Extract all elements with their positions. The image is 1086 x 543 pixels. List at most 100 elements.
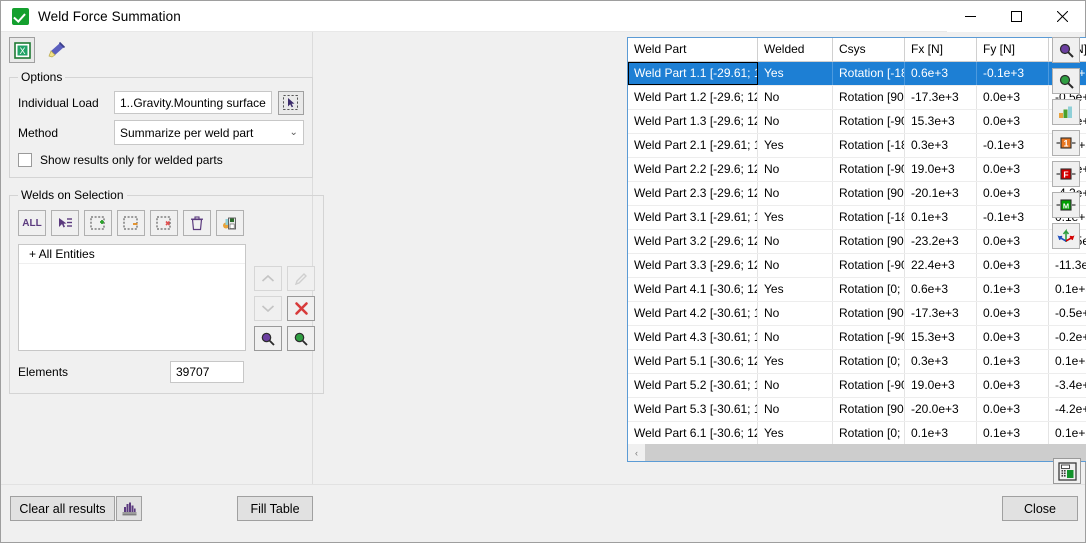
entity-listbox[interactable]: + All Entities bbox=[18, 244, 246, 351]
cell-fy: 0.0e+3 bbox=[977, 158, 1049, 181]
results-table-pane: Weld PartWeldedCsysFx [N]Fy [N]Fz [N]Mx … bbox=[313, 32, 1085, 484]
histogram-icon[interactable] bbox=[116, 496, 142, 521]
cell-fx: -20.0e+3 bbox=[905, 398, 977, 421]
panel-toolbar: X bbox=[1, 32, 312, 66]
excel-export-icon[interactable]: X bbox=[9, 37, 35, 63]
table-row[interactable]: Weld Part 4.3 [-30.61; 1NoRotation [-901… bbox=[628, 326, 1086, 350]
cell-csys: Rotation [90; bbox=[833, 398, 905, 421]
column-header-welded[interactable]: Welded bbox=[758, 38, 833, 61]
select-all-label: ALL bbox=[22, 218, 41, 229]
close-window-button[interactable] bbox=[1039, 1, 1085, 32]
cell-csys: Rotation [90; bbox=[833, 302, 905, 325]
clear-all-results-button[interactable]: Clear all results bbox=[10, 496, 115, 521]
cell-fx: 0.3e+3 bbox=[905, 134, 977, 157]
cell-fx: 0.6e+3 bbox=[905, 62, 977, 85]
show-force-icon[interactable]: F bbox=[1052, 161, 1080, 187]
edit-pencil-button[interactable] bbox=[287, 266, 315, 291]
cell-weld_part: Weld Part 2.1 [-29.61; 1 bbox=[628, 134, 758, 157]
remove-selection-button[interactable] bbox=[117, 210, 145, 236]
weld-force-summation-window: Weld Force Summation X bbox=[0, 0, 1086, 543]
cell-weld_part: Weld Part 5.1 [-30.6; 12 bbox=[628, 350, 758, 373]
clear-selection-button[interactable] bbox=[150, 210, 178, 236]
fill-table-button[interactable]: Fill Table bbox=[237, 496, 313, 521]
results-grid-body[interactable]: Weld Part 1.1 [-29.61; 1YesRotation [-18… bbox=[628, 62, 1086, 461]
table-row[interactable]: Weld Part 2.2 [-29.6; 12NoRotation [-901… bbox=[628, 158, 1086, 182]
column-header-fx[interactable]: Fx [N] bbox=[905, 38, 977, 61]
table-row[interactable]: Weld Part 3.2 [-29.6; 12NoRotation [90;-… bbox=[628, 230, 1086, 254]
scroll-left-arrow[interactable]: ‹ bbox=[628, 444, 645, 461]
show-welded-only-checkbox[interactable] bbox=[18, 153, 32, 167]
welds-legend: Welds on Selection bbox=[18, 188, 127, 202]
results-grid-header: Weld PartWeldedCsysFx [N]Fy [N]Fz [N]Mx … bbox=[628, 38, 1086, 62]
move-down-button[interactable] bbox=[254, 296, 282, 321]
table-row[interactable]: Weld Part 3.1 [-29.61; 1YesRotation [-18… bbox=[628, 206, 1086, 230]
cell-weld_part: Weld Part 4.3 [-30.61; 1 bbox=[628, 326, 758, 349]
cell-fy: 0.0e+3 bbox=[977, 254, 1049, 277]
table-row[interactable]: Weld Part 1.1 [-29.61; 1YesRotation [-18… bbox=[628, 62, 1086, 86]
cell-fy: 0.0e+3 bbox=[977, 326, 1049, 349]
add-selection-button[interactable] bbox=[84, 210, 112, 236]
horizontal-scroll-thumb[interactable] bbox=[645, 444, 1086, 461]
left-panel: X Options Individual Load 1..Gravity.Mou… bbox=[1, 32, 313, 484]
zoom-in-purple-icon[interactable] bbox=[1052, 37, 1080, 63]
cell-welded: Yes bbox=[758, 278, 833, 301]
column-header-weld_part[interactable]: Weld Part bbox=[628, 38, 758, 61]
table-row[interactable]: Weld Part 5.3 [-30.61; 1NoRotation [90;-… bbox=[628, 398, 1086, 422]
remove-entity-button[interactable] bbox=[287, 296, 315, 321]
show-welded-only-row[interactable]: Show results only for welded parts bbox=[18, 153, 304, 167]
cell-weld_part: Weld Part 3.1 [-29.61; 1 bbox=[628, 206, 758, 229]
cell-welded: No bbox=[758, 398, 833, 421]
table-row[interactable]: Weld Part 6.1 [-30.6; 12YesRotation [0; … bbox=[628, 422, 1086, 446]
cell-fx: 0.1e+3 bbox=[905, 422, 977, 445]
cell-weld_part: Weld Part 3.3 [-29.6; 12 bbox=[628, 254, 758, 277]
close-button[interactable]: Close bbox=[1002, 496, 1078, 521]
method-select[interactable]: Summarize per weld part ⌄ bbox=[114, 120, 304, 145]
marker-pen-icon[interactable] bbox=[43, 37, 69, 63]
move-up-button[interactable] bbox=[254, 266, 282, 291]
minimize-button[interactable] bbox=[947, 1, 993, 32]
table-row[interactable]: Weld Part 3.3 [-29.6; 12NoRotation [-902… bbox=[628, 254, 1086, 278]
table-row[interactable]: Weld Part 4.1 [-30.6; 12YesRotation [0; … bbox=[628, 278, 1086, 302]
table-row[interactable]: Weld Part 1.3 [-29.6; 12NoRotation [-901… bbox=[628, 110, 1086, 134]
table-row[interactable]: Weld Part 2.3 [-29.6; 12NoRotation [90;-… bbox=[628, 182, 1086, 206]
column-header-csys[interactable]: Csys bbox=[833, 38, 905, 61]
individual-load-input[interactable]: 1..Gravity.Mounting surface bbox=[114, 91, 272, 114]
cell-welded: No bbox=[758, 230, 833, 253]
select-from-tree-button[interactable] bbox=[51, 210, 79, 236]
cell-fx: -17.3e+3 bbox=[905, 86, 977, 109]
horizontal-scrollbar[interactable]: ‹ › bbox=[628, 444, 1086, 461]
column-header-fy[interactable]: Fy [N] bbox=[977, 38, 1049, 61]
cell-fy: -0.1e+3 bbox=[977, 206, 1049, 229]
cell-fz: -0.2e+3 bbox=[1049, 326, 1086, 349]
bar-chart-icon[interactable] bbox=[1052, 99, 1080, 125]
zoom-in-green-icon[interactable] bbox=[1052, 68, 1080, 94]
zoom-green-icon[interactable] bbox=[287, 326, 315, 351]
cell-fy: 0.0e+3 bbox=[977, 302, 1049, 325]
select-all-button[interactable]: ALL bbox=[18, 210, 46, 236]
table-row[interactable]: Weld Part 4.2 [-30.61; 1NoRotation [90;-… bbox=[628, 302, 1086, 326]
chevron-down-icon: ⌄ bbox=[289, 127, 297, 138]
table-row[interactable]: Weld Part 1.2 [-29.6; 12NoRotation [90;-… bbox=[628, 86, 1086, 110]
cell-welded: No bbox=[758, 326, 833, 349]
show-axes-icon[interactable] bbox=[1052, 223, 1080, 249]
report-calculator-icon[interactable] bbox=[1053, 458, 1081, 484]
elements-row: Elements 39707 bbox=[18, 361, 315, 383]
table-row[interactable]: Weld Part 2.1 [-29.61; 1YesRotation [-18… bbox=[628, 134, 1086, 158]
select-pointer-icon[interactable] bbox=[278, 91, 304, 115]
entity-list-area: + All Entities bbox=[18, 244, 315, 351]
table-row[interactable]: Weld Part 5.2 [-30.61; 1NoRotation [-901… bbox=[628, 374, 1086, 398]
maximize-button[interactable] bbox=[993, 1, 1039, 32]
list-item[interactable]: + All Entities bbox=[19, 245, 245, 264]
cell-welded: No bbox=[758, 182, 833, 205]
delete-button[interactable] bbox=[183, 210, 211, 236]
cell-fx: -20.1e+3 bbox=[905, 182, 977, 205]
table-row[interactable]: Weld Part 5.1 [-30.6; 12YesRotation [0; … bbox=[628, 350, 1086, 374]
cell-csys: Rotation [90; bbox=[833, 230, 905, 253]
zoom-purple-icon[interactable] bbox=[254, 326, 282, 351]
show-moment-icon[interactable]: M bbox=[1052, 192, 1080, 218]
cell-weld_part: Weld Part 2.2 [-29.6; 12 bbox=[628, 158, 758, 181]
show-number-1-icon[interactable]: 1 bbox=[1052, 130, 1080, 156]
list-side-buttons bbox=[254, 244, 315, 351]
save-selection-button[interactable] bbox=[216, 210, 244, 236]
cell-fy: 0.0e+3 bbox=[977, 230, 1049, 253]
